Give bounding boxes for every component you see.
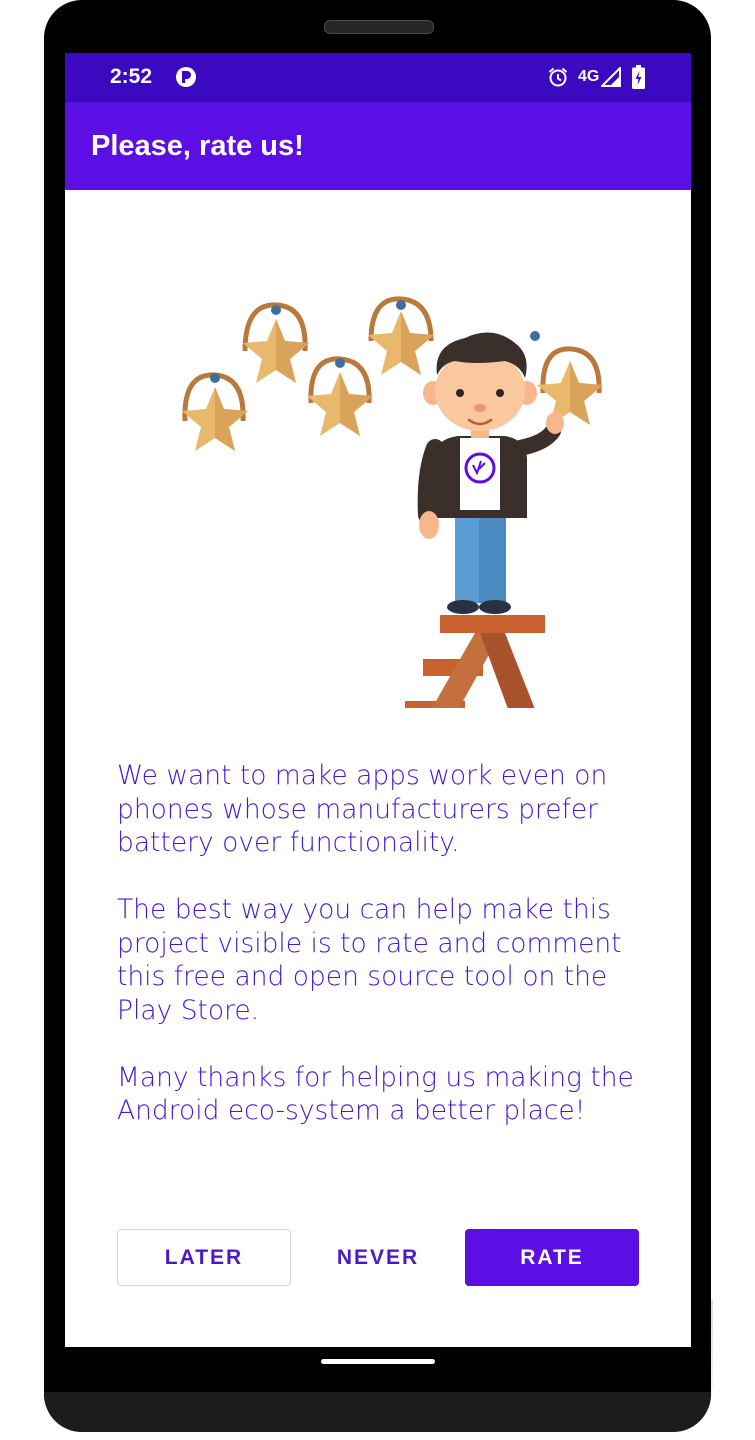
phone-chin (44, 1392, 711, 1432)
star-icon (530, 331, 603, 425)
gesture-navigation-handle[interactable] (321, 1359, 435, 1364)
message-paragraph: Many thanks for helping us making the An… (117, 1061, 634, 1127)
star-icon (182, 372, 248, 451)
message-paragraph: We want to make apps work even on phones… (117, 760, 608, 858)
screen: 2:52 4G Please, rate us! We want to make… (65, 53, 691, 1347)
network-type: 4G (578, 68, 600, 85)
never-button[interactable]: NEVER (291, 1229, 465, 1286)
person-with-stars-illustration (175, 243, 615, 755)
signal-icon (599, 65, 621, 92)
message-paragraph: The best way you can help make this proj… (117, 894, 622, 1026)
earpiece-speaker (324, 20, 434, 34)
app-bar: Please, rate us! (65, 102, 691, 190)
stool (405, 615, 553, 755)
phone-frame: 2:52 4G Please, rate us! We want to make… (44, 0, 711, 1432)
alarm-icon (547, 66, 569, 93)
star-icon (368, 296, 434, 375)
rate-button[interactable]: RATE (465, 1229, 639, 1286)
later-button[interactable]: LATER (117, 1229, 291, 1286)
rate-message: We want to make apps work even on phones… (117, 759, 657, 1161)
star-icon (307, 356, 373, 436)
page-title: Please, rate us! (91, 130, 304, 162)
status-bar: 2:52 4G (65, 53, 691, 102)
star-icon (242, 302, 309, 383)
status-time: 2:52 (110, 65, 153, 88)
app-notification-icon (175, 66, 197, 93)
battery-charging-icon (632, 65, 645, 94)
